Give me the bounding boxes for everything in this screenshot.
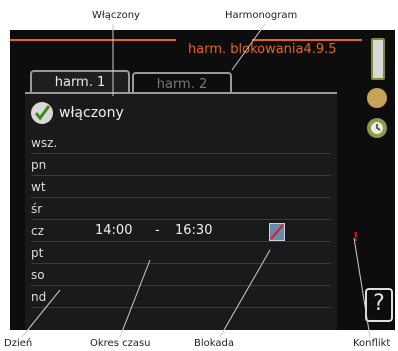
day-label: śr [31, 202, 43, 216]
conflict-icon: ! [353, 230, 359, 244]
day-label: pn [31, 158, 47, 172]
day-row-mon[interactable]: pn [31, 156, 331, 176]
schedule-end-time[interactable]: 16:30 [175, 223, 212, 238]
day-row-fri[interactable]: pt [31, 244, 331, 264]
callout-enabled: Włączony [92, 10, 140, 21]
day-label: wsz. [31, 136, 58, 150]
callout-schedule: Harmonogram [225, 10, 298, 21]
day-label: nd [31, 290, 47, 304]
display-screen: harm. blokowania4.9.5 harm. 1 harm. 2 wł… [10, 30, 395, 330]
day-row-sat[interactable]: so [31, 266, 331, 286]
day-label: cz [31, 224, 44, 238]
day-row-wed[interactable]: śr [31, 200, 331, 220]
gear-icon[interactable] [367, 88, 387, 108]
day-row-tue[interactable]: wt [31, 178, 331, 198]
header-accent-line-right [252, 39, 362, 41]
day-row-thu[interactable]: cz 14:00 - 16:30 [31, 222, 331, 242]
clock-icon[interactable] [367, 118, 387, 138]
enabled-label: włączony [59, 105, 124, 121]
screen-title: harm. blokowania4.9.5 [188, 42, 337, 57]
help-button[interactable]: ? [365, 288, 393, 322]
callout-conflict: Konflikt [353, 338, 391, 349]
callout-time-period: Okres czasu [90, 338, 151, 349]
lock-icon[interactable] [269, 223, 285, 241]
day-label: pt [31, 246, 44, 260]
enabled-toggle[interactable]: włączony [31, 100, 124, 126]
day-label: wt [31, 180, 46, 194]
check-icon [31, 102, 53, 124]
header-accent-line [10, 39, 176, 41]
schedule-start-time[interactable]: 14:00 [95, 223, 132, 238]
day-row-all[interactable]: wsz. [31, 134, 331, 154]
day-label: so [31, 268, 45, 282]
day-row-sun[interactable]: nd [31, 288, 331, 308]
thermometer-icon [371, 38, 385, 80]
tab-schedule-1[interactable]: harm. 1 [30, 70, 130, 94]
schedule-panel: włączony wsz. pn wt śr cz 14:00 - 16:30 … [25, 92, 337, 330]
schedule-separator: - [155, 223, 160, 238]
callout-lock: Blokada [194, 338, 234, 349]
callout-day: Dzień [4, 338, 33, 349]
